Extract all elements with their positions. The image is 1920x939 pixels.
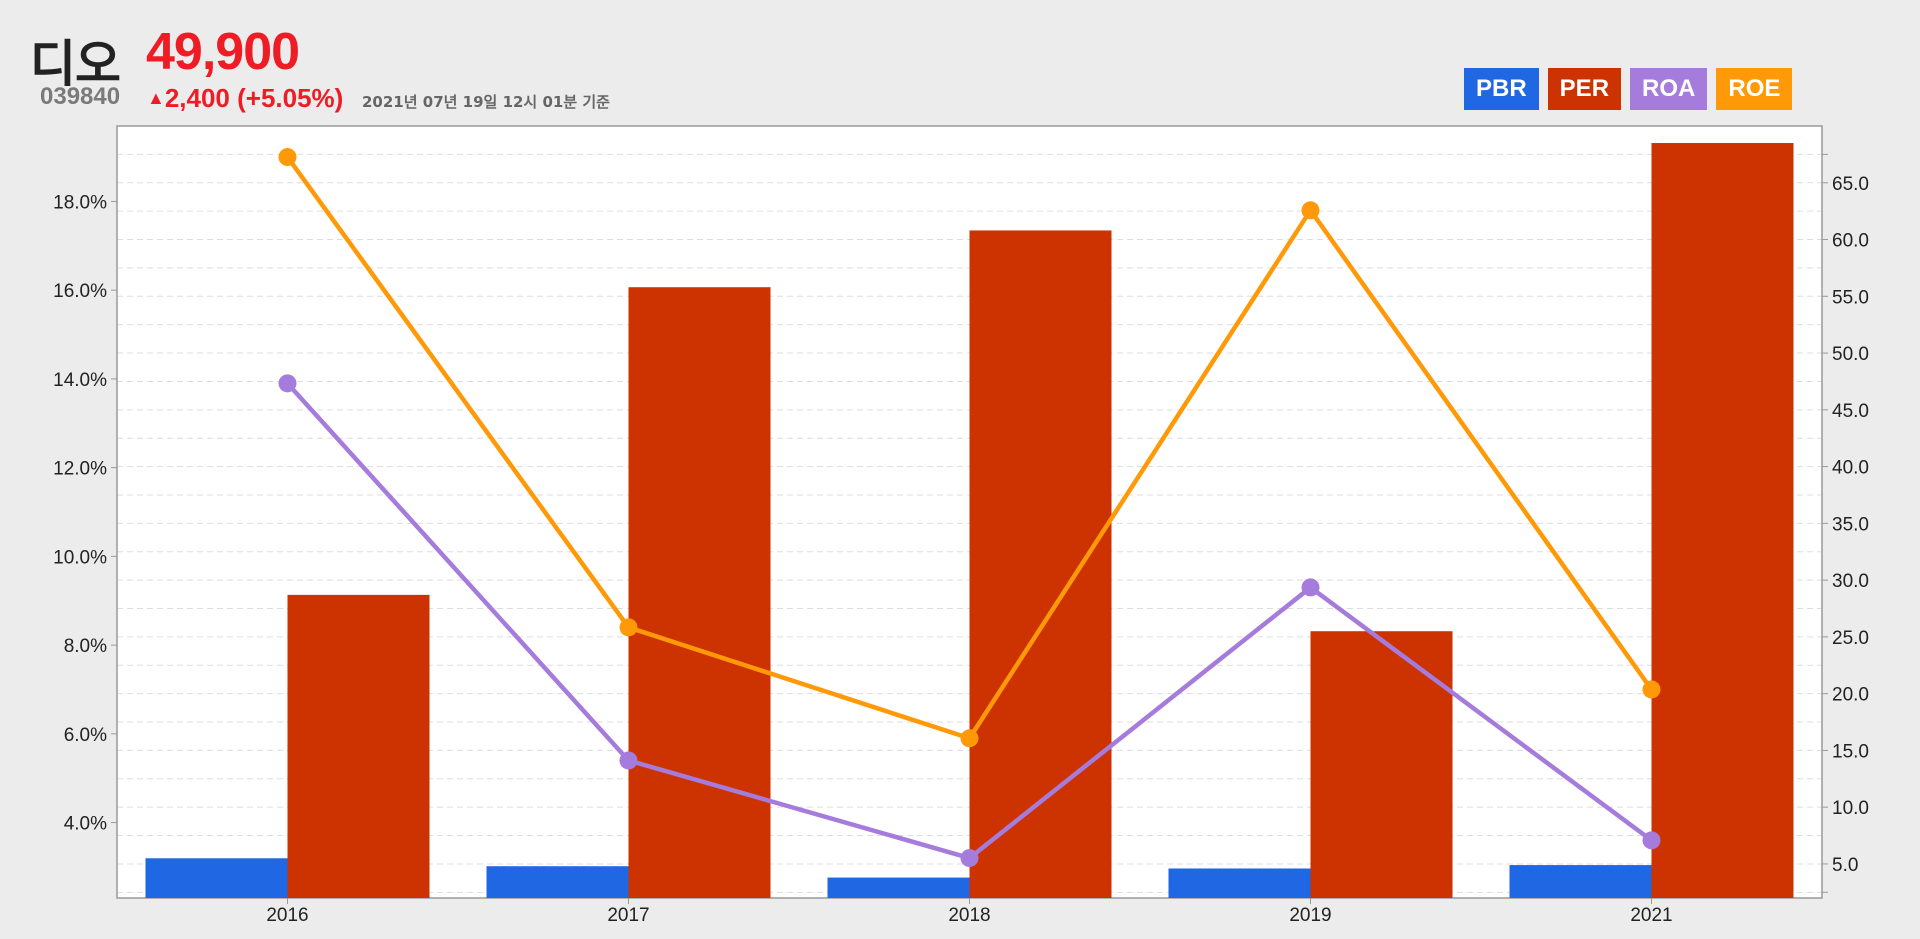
financial-ratio-chart: 4.0% 6.0% 8.0% 10.0% 12.0% 14.0% 16.0% 18.0% 5.0… (53, 125, 1869, 926)
point-roa-2016 (278, 374, 297, 393)
right-axis-tick-label: 10.0 (1832, 798, 1869, 819)
left-axis-tick-label: 10.0% (53, 547, 107, 568)
right-axis-tick-label: 25.0 (1832, 628, 1869, 649)
right-axis-tick-label: 35.0 (1832, 514, 1869, 535)
bar-per-2021 (1651, 143, 1794, 898)
bar-per-2017 (628, 287, 771, 898)
right-axis-tick-label: 20.0 (1832, 685, 1869, 706)
bar-per-2019 (1310, 631, 1453, 898)
x-axis-tick-label: 2021 (1630, 905, 1672, 926)
bar-pbr-2016 (145, 858, 288, 898)
right-axis-tick-label: 60.0 (1832, 231, 1869, 252)
point-roa-2019 (1301, 578, 1320, 597)
left-axis-tick-label: 8.0% (64, 636, 107, 657)
point-roe-2019 (1301, 201, 1320, 220)
point-roe-2016 (278, 148, 297, 167)
point-roa-2021 (1642, 831, 1661, 850)
left-axis-tick-label: 4.0% (64, 814, 107, 835)
left-axis-tick-label: 14.0% (53, 370, 107, 391)
right-axis-tick-label: 30.0 (1832, 571, 1869, 592)
point-roe-2018 (960, 729, 979, 748)
right-axis-tick-label: 5.0 (1832, 855, 1858, 876)
left-axis-tick-label: 6.0% (64, 725, 107, 746)
right-axis-tick-label: 40.0 (1832, 458, 1869, 479)
right-axis-tick-label: 15.0 (1832, 741, 1869, 762)
point-roa-2018 (960, 849, 979, 868)
x-axis-tick-label: 2016 (266, 905, 308, 926)
left-axis-tick-label: 18.0% (53, 192, 107, 213)
right-axis-tick-label: 45.0 (1832, 401, 1869, 422)
x-axis-tick-label: 2017 (607, 905, 649, 926)
point-roe-2017 (619, 618, 638, 637)
bar-per-2016 (287, 594, 430, 898)
right-axis-tick-label: 55.0 (1832, 287, 1869, 308)
bar-pbr-2021 (1509, 865, 1652, 898)
right-axis-tick-label: 50.0 (1832, 344, 1869, 365)
point-roa-2017 (619, 751, 638, 770)
bar-pbr-2019 (1168, 868, 1311, 898)
x-axis-tick-label: 2019 (1289, 905, 1331, 926)
bar-pbr-2018 (827, 877, 970, 898)
bar-per-2018 (969, 230, 1112, 899)
x-axis-tick-label: 2018 (948, 905, 990, 926)
point-roe-2021 (1642, 680, 1661, 699)
right-axis-tick-label: 65.0 (1832, 174, 1869, 195)
bar-pbr-2017 (486, 866, 629, 898)
left-axis-tick-label: 16.0% (53, 281, 107, 302)
left-axis-tick-label: 12.0% (53, 459, 107, 480)
